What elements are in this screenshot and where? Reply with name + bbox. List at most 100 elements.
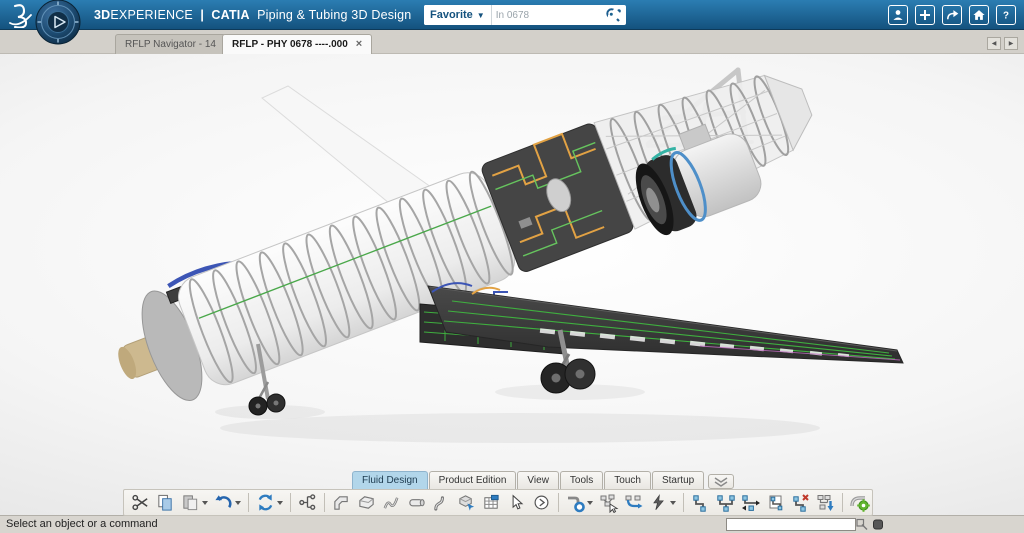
network-flow-button[interactable] (621, 491, 646, 514)
route-transfer-button[interactable] (738, 491, 763, 514)
route-transfer-icon (741, 493, 761, 513)
tab-scroll-right-button[interactable]: ▶ (1004, 37, 1018, 50)
tab-rflp-navigator[interactable]: RFLP Navigator - 14 (115, 34, 226, 54)
update-dropdown-caret[interactable] (277, 501, 283, 505)
search-scope-label: Favorite (430, 9, 473, 21)
pipe-route-button[interactable] (563, 491, 588, 514)
tab-scroll-left-button[interactable]: ◀ (987, 37, 1001, 50)
titlebar-actions: ? (888, 5, 1016, 25)
command-input[interactable] (726, 518, 856, 531)
copy-icon (156, 493, 175, 512)
search-input[interactable] (492, 6, 600, 24)
toolbar-separator (290, 493, 291, 512)
network-flow-icon (624, 493, 644, 513)
paste-button[interactable] (178, 491, 203, 514)
route-branch-icon (716, 493, 736, 513)
spec-table-button[interactable] (479, 491, 504, 514)
route-branch-button[interactable] (713, 491, 738, 514)
tag-icon[interactable] (604, 6, 623, 25)
ribbon-tab-label: Product Edition (439, 475, 507, 486)
flex-route-dropdown-caret[interactable] (670, 501, 676, 505)
piping-settings-button[interactable] (847, 491, 872, 514)
toolbar-separator (558, 493, 559, 512)
add-content-button[interactable] (915, 5, 935, 25)
expand-commands-button[interactable] (529, 491, 554, 514)
ribbon-tab-label: View (527, 475, 549, 486)
title-divider: | (200, 8, 204, 22)
toolbar-separator (324, 493, 325, 512)
command-bar-icons (856, 518, 884, 531)
close-icon[interactable]: × (356, 38, 362, 50)
route-delete-icon (791, 493, 811, 513)
brand-catia: CATIA (211, 8, 249, 22)
home-icon (972, 8, 986, 22)
lightning-icon (650, 494, 667, 511)
ribbon-collapse-button[interactable] (708, 474, 734, 489)
update-refresh-icon (256, 493, 275, 512)
ribbon-tab-label: Startup (662, 475, 694, 486)
bent-tube-icon (432, 493, 451, 512)
tab-label: RFLP Navigator - 14 (125, 39, 216, 50)
duct-bend-button[interactable] (329, 491, 354, 514)
update-button[interactable] (253, 491, 278, 514)
user-button[interactable] (888, 5, 908, 25)
double-chevron-down-icon (713, 477, 729, 487)
route-copy-icon (766, 493, 786, 513)
duct-straight-button[interactable] (354, 491, 379, 514)
undo-button[interactable] (211, 491, 236, 514)
status-bar: Select an object or a command (0, 515, 1024, 533)
tab-fluid-design[interactable]: Fluid Design (352, 471, 428, 489)
place-component-icon (457, 493, 476, 512)
ribbon-tab-label: Fluid Design (362, 475, 418, 486)
share-button[interactable] (942, 5, 962, 25)
duct-bend-icon (332, 493, 351, 512)
3ds-logo-icon (8, 2, 34, 28)
bent-tube-button[interactable] (429, 491, 454, 514)
3dexperience-compass[interactable] (35, 0, 81, 45)
help-button[interactable]: ? (996, 5, 1016, 25)
plus-icon (919, 9, 931, 21)
power-input-icon[interactable] (872, 518, 884, 531)
select-pointer-button[interactable] (504, 491, 529, 514)
route-new-button[interactable] (688, 491, 713, 514)
tab-view[interactable]: View (517, 471, 559, 489)
3d-viewport[interactable] (0, 54, 1024, 515)
flexible-hose-button[interactable] (379, 491, 404, 514)
svg-text:?: ? (1003, 11, 1009, 22)
paste-dropdown-caret[interactable] (202, 501, 208, 505)
tab-product-edition[interactable]: Product Edition (429, 471, 517, 489)
action-bar-tabs: Fluid Design Product Edition View Tools … (352, 471, 734, 489)
toolbar-separator (683, 493, 684, 512)
tab-tools[interactable]: Tools (560, 471, 603, 489)
pipe-cylinder-button[interactable] (404, 491, 429, 514)
fuselage[interactable] (99, 54, 828, 420)
aircraft-model[interactable] (0, 54, 1024, 470)
schematic-2d-button[interactable] (295, 491, 320, 514)
schematic-icon (298, 493, 317, 512)
help-icon: ? (999, 8, 1013, 22)
page-title: 3DEXPERIENCE | CATIA Piping & Tubing 3D … (94, 0, 411, 30)
tab-rflp-phy[interactable]: RFLP - PHY 0678 ----.000× (222, 34, 372, 54)
tab-startup[interactable]: Startup (652, 471, 704, 489)
route-delete-button[interactable] (788, 491, 813, 514)
transfer-down-button[interactable] (813, 491, 838, 514)
right-wing[interactable] (428, 283, 903, 363)
flex-route-button[interactable] (646, 491, 671, 514)
home-button[interactable] (969, 5, 989, 25)
pipe-route-icon (566, 493, 586, 513)
user-icon (891, 8, 905, 22)
scissors-icon (131, 493, 150, 512)
pipe-route-dropdown-caret[interactable] (587, 501, 593, 505)
search-scope-dropdown[interactable]: Favorite ▼ (424, 5, 492, 25)
pick-target-icon[interactable] (856, 518, 868, 531)
route-copy-button[interactable] (763, 491, 788, 514)
network-select-button[interactable] (596, 491, 621, 514)
place-component-button[interactable] (454, 491, 479, 514)
tab-touch[interactable]: Touch (604, 471, 651, 489)
cut-button[interactable] (128, 491, 153, 514)
undo-dropdown-caret[interactable] (235, 501, 241, 505)
spec-table-icon (482, 493, 501, 512)
copy-button[interactable] (153, 491, 178, 514)
pipe-cylinder-icon (407, 493, 426, 512)
transfer-down-icon (816, 493, 836, 513)
